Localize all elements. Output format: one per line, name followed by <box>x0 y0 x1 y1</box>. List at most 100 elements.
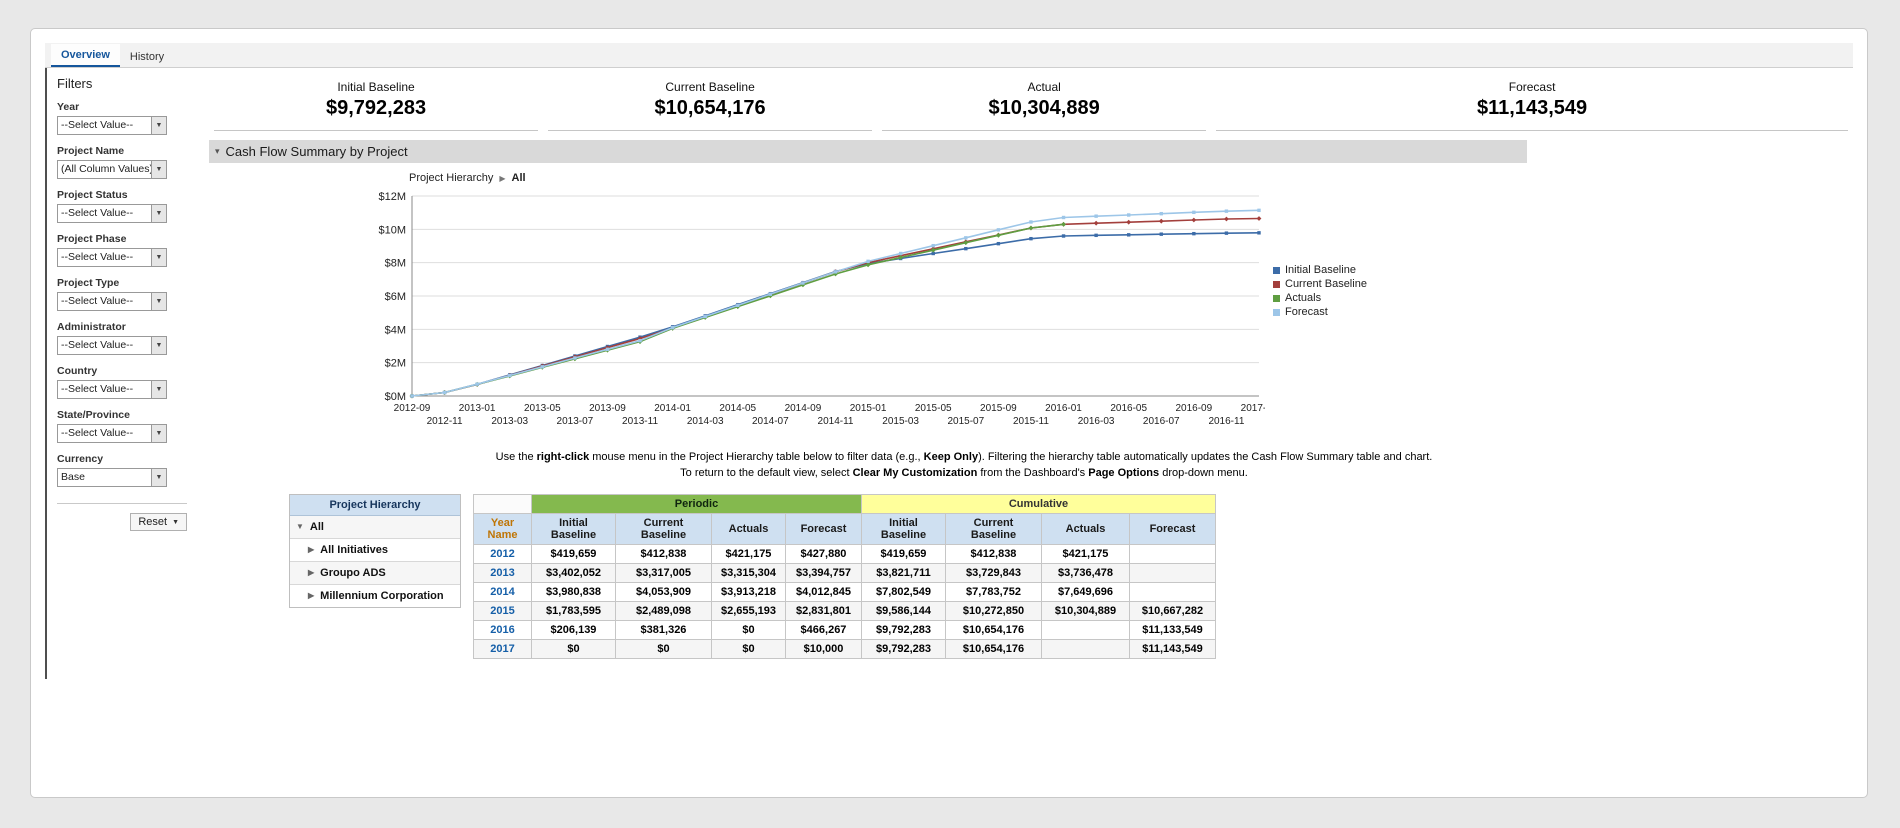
breadcrumb-value[interactable]: All <box>512 172 526 184</box>
filter-select-year[interactable]: --Select Value--▼ <box>57 116 167 135</box>
column-header-forecast: Forecast <box>786 513 862 544</box>
breadcrumb-arrow-icon: ▶ <box>499 174 505 183</box>
filter-select-project-name[interactable]: (All Column Values)▼ <box>57 160 167 179</box>
table-cell: $10,654,176 <box>946 639 1042 658</box>
kpi-value: $10,654,176 <box>548 97 872 120</box>
corner-cell <box>474 494 532 513</box>
table-cell <box>1130 563 1216 582</box>
kpi-label: Current Baseline <box>548 80 872 94</box>
group-header-cumulative: Cumulative <box>862 494 1216 513</box>
svg-text:2015-07: 2015-07 <box>947 416 984 427</box>
table-cell: $3,913,218 <box>712 582 786 601</box>
table-cell: $427,880 <box>786 544 862 563</box>
reset-button[interactable]: Reset ▼ <box>130 513 187 531</box>
filter-label-project-status: Project Status <box>57 189 199 201</box>
section-header: ▾ Cash Flow Summary by Project <box>209 140 1527 163</box>
note-text: To return to the default view, select <box>680 467 852 479</box>
table-cell: $419,659 <box>862 544 946 563</box>
breadcrumb: Project Hierarchy ▶ All <box>409 172 1853 184</box>
table-cell: $7,783,752 <box>946 582 1042 601</box>
year-link-2015[interactable]: 2015 <box>474 601 532 620</box>
legend-label: Forecast <box>1285 306 1328 318</box>
hierarchy-row-all-initiatives[interactable]: ▶ All Initiatives <box>290 539 460 562</box>
table-cell: $3,736,478 <box>1042 563 1130 582</box>
svg-text:2013-03: 2013-03 <box>491 416 528 427</box>
table-cell <box>1042 620 1130 639</box>
table-cell: $10,304,889 <box>1042 601 1130 620</box>
filter-select-currency[interactable]: Base▼ <box>57 468 167 487</box>
kpi-actual: Actual$10,304,889 <box>882 76 1206 131</box>
year-link-2016[interactable]: 2016 <box>474 620 532 639</box>
tables-row: Project Hierarchy ▼All▶All Initiatives▶G… <box>289 494 1853 679</box>
collapse-section-icon[interactable]: ▾ <box>215 146 220 157</box>
filter-select-project-status[interactable]: --Select Value--▼ <box>57 204 167 223</box>
table-cell: $2,489,098 <box>616 601 712 620</box>
filter-select-project-phase[interactable]: --Select Value--▼ <box>57 248 167 267</box>
hierarchy-row-all[interactable]: ▼All <box>290 516 460 539</box>
svg-text:2013-11: 2013-11 <box>622 416 658 427</box>
note-text: drop-down menu. <box>1159 467 1248 479</box>
year-link-2012[interactable]: 2012 <box>474 544 532 563</box>
expand-node-icon[interactable]: ▶ <box>308 545 314 554</box>
expand-node-icon[interactable]: ▶ <box>308 568 314 577</box>
breadcrumb-label[interactable]: Project Hierarchy <box>409 172 493 184</box>
table-cell: $421,175 <box>712 544 786 563</box>
legend-swatch <box>1273 267 1280 274</box>
filter-label-project-type: Project Type <box>57 277 199 289</box>
table-cell: $206,139 <box>532 620 616 639</box>
table-cell: $4,053,909 <box>616 582 712 601</box>
tab-overview[interactable]: Overview <box>51 44 120 67</box>
note-text: Keep Only <box>924 451 978 463</box>
kpi-label: Forecast <box>1216 80 1848 94</box>
collapse-node-icon[interactable]: ▼ <box>296 522 304 531</box>
table-cell: $3,821,711 <box>862 563 946 582</box>
filter-select-value: --Select Value-- <box>58 117 151 134</box>
kpi-label: Initial Baseline <box>214 80 538 94</box>
hierarchy-node-label: All Initiatives <box>320 544 388 556</box>
chart-legend: Initial BaselineCurrent BaselineActualsF… <box>1273 264 1367 320</box>
legend-label: Initial Baseline <box>1285 264 1356 276</box>
hierarchy-node-label: Groupo ADS <box>320 567 386 579</box>
table-cell: $3,315,304 <box>712 563 786 582</box>
svg-text:2013-01: 2013-01 <box>459 403 496 414</box>
cash-flow-chart: $0M$2M$4M$6M$8M$10M$12M2012-092012-11201… <box>359 186 1265 438</box>
svg-text:2013-09: 2013-09 <box>589 403 626 414</box>
filter-select-administrator[interactable]: --Select Value--▼ <box>57 336 167 355</box>
hierarchy-row-millennium-corporation[interactable]: ▶Millennium Corporation <box>290 585 460 607</box>
svg-text:2015-09: 2015-09 <box>980 403 1017 414</box>
reset-row: Reset ▼ <box>57 503 187 531</box>
filter-select-value: (All Column Values) <box>58 161 151 178</box>
kpi-forecast: Forecast$11,143,549 <box>1216 76 1848 131</box>
filters-list: Year--Select Value--▼Project Name(All Co… <box>57 101 199 487</box>
year-link-2017[interactable]: 2017 <box>474 639 532 658</box>
chevron-down-icon: ▼ <box>151 117 166 134</box>
table-cell: $10,000 <box>786 639 862 658</box>
year-link-2013[interactable]: 2013 <box>474 563 532 582</box>
filter-select-project-type[interactable]: --Select Value--▼ <box>57 292 167 311</box>
legend-swatch <box>1273 281 1280 288</box>
table-cell: $4,012,845 <box>786 582 862 601</box>
hierarchy-row-groupo-ads[interactable]: ▶ Groupo ADS <box>290 562 460 585</box>
table-cell: $11,143,549 <box>1130 639 1216 658</box>
chevron-down-icon: ▼ <box>151 469 166 486</box>
table-cell: $1,783,595 <box>532 601 616 620</box>
table-cell: $3,729,843 <box>946 563 1042 582</box>
svg-text:$10M: $10M <box>378 224 406 236</box>
filter-select-value: --Select Value-- <box>58 205 151 222</box>
svg-text:2014-01: 2014-01 <box>654 403 691 414</box>
tab-history[interactable]: History <box>120 46 174 67</box>
table-row-2015: 2015$1,783,595$2,489,098$2,655,193$2,831… <box>474 601 1216 620</box>
legend-label: Actuals <box>1285 292 1321 304</box>
project-hierarchy-table: Project Hierarchy ▼All▶All Initiatives▶G… <box>289 494 461 608</box>
column-header-initial-baseline: Initial Baseline <box>532 513 616 544</box>
year-link-2014[interactable]: 2014 <box>474 582 532 601</box>
filter-select-state-province[interactable]: --Select Value--▼ <box>57 424 167 443</box>
filter-label-year: Year <box>57 101 199 113</box>
svg-text:2015-05: 2015-05 <box>915 403 952 414</box>
expand-node-icon[interactable]: ▶ <box>308 591 314 600</box>
svg-text:2014-11: 2014-11 <box>818 416 854 427</box>
table-cell: $2,655,193 <box>712 601 786 620</box>
table-cell: $0 <box>532 639 616 658</box>
filter-select-country[interactable]: --Select Value--▼ <box>57 380 167 399</box>
table-cell: $9,586,144 <box>862 601 946 620</box>
